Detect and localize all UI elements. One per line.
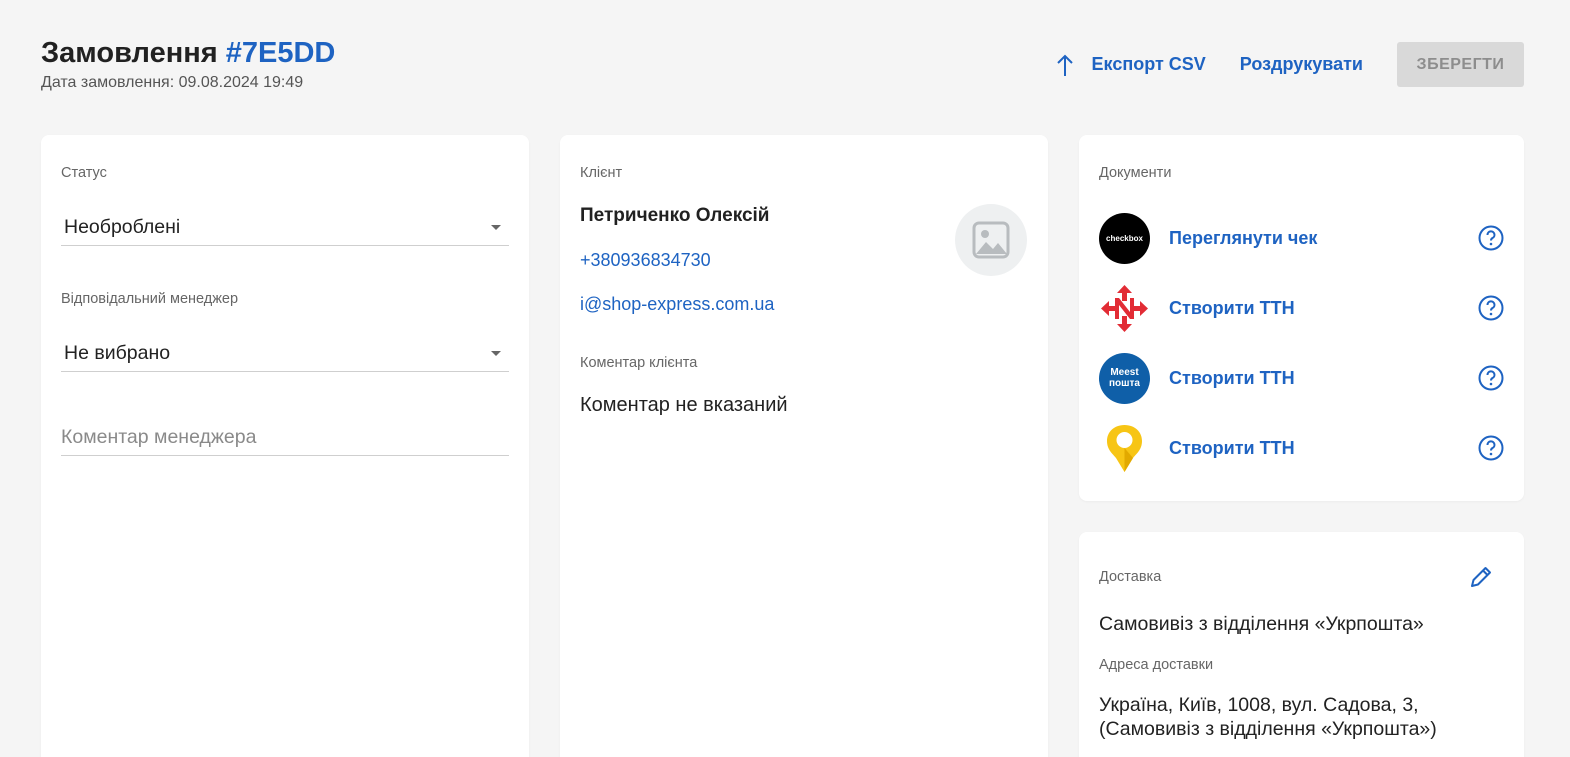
client-card: Клієнт Петриченко Олексій +380936834730 … (560, 135, 1048, 757)
ukrposhta-logo (1099, 423, 1150, 474)
delivery-address-line2: (Самовивіз з відділення «Укрпошта») (1099, 718, 1437, 740)
avatar[interactable] (955, 204, 1027, 276)
delivery-address-line1: Україна, Київ, 1008, вул. Садова, 3, (1099, 694, 1419, 716)
arrow-up-icon (1056, 54, 1073, 76)
document-row-checkbox: checkbox Переглянути чек (1099, 212, 1504, 264)
client-comment-label: Коментар клієнта (580, 355, 698, 371)
print-button[interactable]: Роздрукувати (1240, 54, 1363, 75)
delivery-address-label: Адреса доставки (1099, 657, 1214, 673)
order-date: Дата замовлення: 09.08.2024 19:49 (41, 74, 304, 91)
view-receipt-link[interactable]: Переглянути чек (1169, 228, 1478, 249)
status-value: Необроблені (64, 216, 181, 238)
delivery-card: Доставка Самовивіз з відділення «Укрпошт… (1079, 532, 1524, 757)
create-ttn-ukrposhta-link[interactable]: Створити ТТН (1169, 438, 1478, 459)
export-csv-button[interactable]: Експорт CSV (1056, 53, 1206, 77)
delivery-address: Україна, Київ, 1008, вул. Садова, 3, (Са… (1099, 693, 1504, 741)
delivery-method: Самовивіз з відділення «Укрпошта» (1099, 613, 1424, 635)
export-csv-label: Експорт CSV (1091, 54, 1206, 74)
status-select[interactable]: Необроблені (61, 210, 509, 246)
client-label: Клієнт (580, 165, 623, 181)
manager-comment-input[interactable] (61, 420, 509, 456)
print-label: Роздрукувати (1239, 54, 1363, 74)
meest-logo-subtext: пошта (1109, 378, 1140, 389)
document-row-ukrposhta: Створити ТТН (1099, 422, 1504, 474)
status-label: Статус (61, 165, 107, 181)
help-icon[interactable] (1478, 225, 1504, 251)
documents-card: Документи checkbox Переглянути чек Створ… (1079, 135, 1524, 501)
page-title: Замовлення #7E5DD (41, 36, 335, 70)
caret-down-icon (491, 351, 501, 356)
document-row-nova-poshta: Створити ТТН (1099, 282, 1504, 334)
pencil-icon[interactable] (1468, 564, 1494, 590)
manager-label: Відповідальний менеджер (61, 291, 239, 307)
order-id: #7E5DD (225, 37, 336, 69)
client-name: Петриченко Олексій (580, 205, 770, 226)
meest-logo: Meest пошта (1099, 352, 1150, 404)
client-phone-link[interactable]: +380936834730 (580, 250, 711, 271)
page-header: Замовлення #7E5DD Дата замовлення: 09.08… (41, 36, 335, 92)
order-details-card: Статус Необроблені Відповідальний менедж… (41, 135, 529, 757)
create-ttn-meest-link[interactable]: Створити ТТН (1169, 368, 1478, 389)
manager-select[interactable]: Не вибрано (61, 336, 509, 372)
delivery-label: Доставка (1099, 569, 1162, 585)
help-icon[interactable] (1478, 365, 1504, 391)
save-button[interactable]: ЗБЕРЕГТИ (1397, 42, 1524, 87)
checkbox-logo: checkbox (1099, 212, 1150, 264)
help-icon[interactable] (1478, 435, 1504, 461)
nova-poshta-logo (1099, 283, 1150, 334)
client-email-link[interactable]: i@shop-express.com.ua (580, 294, 774, 315)
meest-logo-text: Meest (1110, 367, 1139, 378)
client-comment-value: Коментар не вказаний (580, 394, 788, 416)
help-icon[interactable] (1478, 295, 1504, 321)
image-placeholder-icon (972, 221, 1010, 259)
document-row-meest: Meest пошта Створити ТТН (1099, 352, 1504, 404)
documents-label: Документи (1099, 165, 1172, 181)
caret-down-icon (491, 225, 501, 230)
create-ttn-nova-poshta-link[interactable]: Створити ТТН (1169, 298, 1478, 319)
page-title-prefix: Замовлення (41, 37, 218, 69)
header-actions: Експорт CSV Роздрукувати ЗБЕРЕГТИ (1056, 42, 1524, 87)
manager-value: Не вибрано (64, 342, 171, 364)
